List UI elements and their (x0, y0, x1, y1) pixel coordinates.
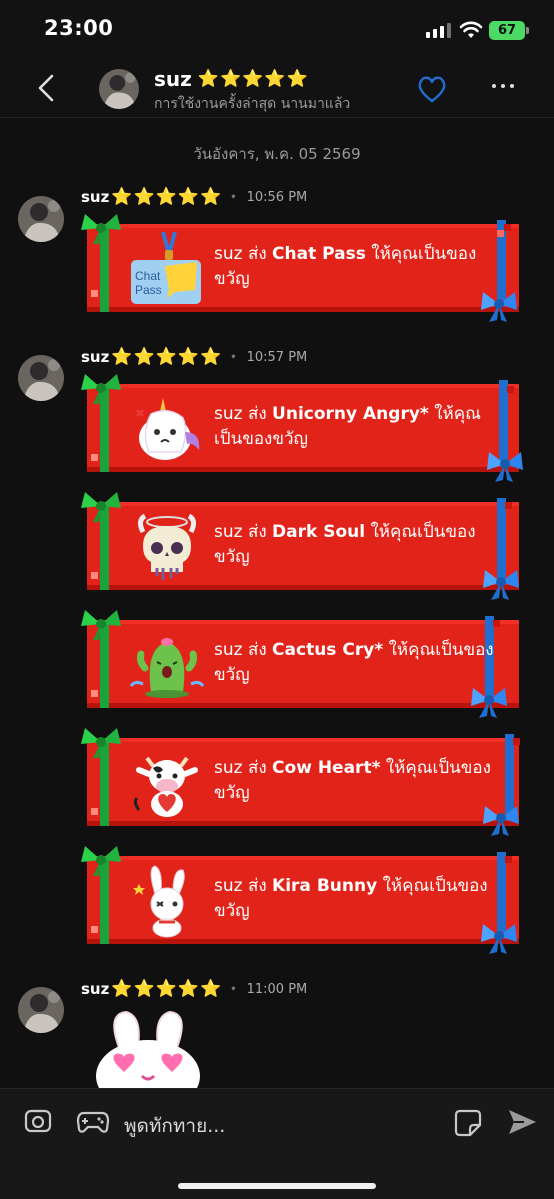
battery-level: 67 (497, 23, 517, 38)
unicorn-sticker-icon (129, 392, 205, 466)
contact-name-text: suz (154, 67, 192, 91)
gift-prefix: suz ส่ง (214, 244, 273, 264)
sender-name: suz (81, 188, 110, 206)
game-controller-icon[interactable] (76, 1109, 110, 1135)
separator-dot: • (230, 191, 237, 203)
cow-sticker-icon (129, 746, 205, 820)
gift-message: suz ส่ง Kira Bunny ให้คุณเป็นของขวัญ (214, 874, 504, 924)
gift-card[interactable]: suz ส่ง Dark Soul ให้คุณเป็นของขวัญ (81, 492, 519, 600)
gift-item-name: Chat Pass (272, 244, 366, 264)
skull-sticker-icon (129, 510, 205, 584)
svg-text:Pass: Pass (135, 283, 162, 297)
gift-prefix: suz ส่ง (214, 404, 273, 424)
message-sender: suz ⭐⭐⭐⭐⭐ • 11:00 PM (81, 979, 307, 999)
message-time: 10:57 PM (246, 349, 308, 365)
gift-prefix: suz ส่ง (214, 758, 273, 778)
message-sender: suz ⭐⭐⭐⭐⭐ • 10:57 PM (81, 347, 307, 367)
gift-item-name: Unicorny Angry* (272, 404, 429, 424)
separator-dot: • (230, 351, 237, 363)
gift-message: suz ส่ง Cactus Cry* ให้คุณเป็นของขวัญ (214, 638, 504, 688)
status-time: 23:00 (44, 16, 114, 40)
wifi-icon (459, 21, 483, 38)
green-bow-icon (81, 374, 121, 404)
gift-message: suz ส่ง Chat Pass ให้คุณเป็นของขวัญ (214, 242, 504, 292)
camera-icon[interactable] (24, 1107, 52, 1135)
gift-prefix: suz ส่ง (214, 640, 273, 660)
sender-stars: ⭐⭐⭐⭐⭐ (111, 979, 223, 999)
sticker-icon[interactable] (454, 1109, 482, 1137)
star-badges: ⭐⭐⭐⭐⭐ (197, 69, 309, 89)
chat-header: suz ⭐⭐⭐⭐⭐ การใช้งานครั้งล่าสุด นานมาแล้ว (0, 60, 554, 118)
more-options-icon[interactable] (492, 84, 514, 88)
battery-icon: 67 (489, 21, 529, 40)
gift-card[interactable]: suz ส่ง Unicorny Angry* ให้คุณเป็นของขวั… (81, 374, 523, 482)
contact-name: suz ⭐⭐⭐⭐⭐ (154, 67, 309, 91)
sender-avatar[interactable] (18, 355, 64, 401)
green-bow-icon (81, 214, 121, 244)
bunny-sticker-icon[interactable] (92, 1010, 204, 1088)
chat-pass-icon: Chat Pass (129, 231, 205, 306)
sender-stars: ⭐⭐⭐⭐⭐ (111, 187, 223, 207)
cactus-sticker-icon (129, 628, 205, 702)
date-divider: วันอังคาร, พ.ค. 05 2569 (193, 145, 361, 163)
svg-text:Chat: Chat (135, 269, 161, 283)
green-bow-icon (81, 492, 121, 522)
message-input[interactable]: พูดทักทาย... (124, 1111, 225, 1141)
sender-avatar[interactable] (18, 196, 64, 242)
bunny-sticker-icon (129, 864, 205, 938)
message-time: 11:00 PM (246, 981, 308, 997)
gift-prefix: suz ส่ง (214, 522, 273, 542)
gift-message: suz ส่ง Unicorny Angry* ให้คุณเป็นของขวั… (214, 402, 504, 452)
gift-card[interactable]: suz ส่ง Cactus Cry* ให้คุณเป็นของขวัญ (81, 610, 519, 718)
green-bow-icon (81, 610, 121, 640)
last-seen-status: การใช้งานครั้งล่าสุด นานมาแล้ว (154, 96, 351, 112)
sender-name: suz (81, 348, 110, 366)
message-time: 10:56 PM (246, 189, 308, 205)
sender-name: suz (81, 980, 110, 998)
gift-item-name: Dark Soul (272, 522, 366, 542)
green-bow-icon (81, 728, 121, 758)
status-bar: 23:00 67 (0, 0, 554, 60)
heart-icon[interactable] (416, 74, 448, 104)
contact-avatar[interactable] (99, 69, 139, 109)
message-sender: suz ⭐⭐⭐⭐⭐ • 10:56 PM (81, 187, 307, 207)
green-bow-icon (81, 846, 121, 876)
gift-item-name: Cow Heart* (272, 758, 381, 778)
sender-avatar[interactable] (18, 987, 64, 1033)
gift-message: suz ส่ง Dark Soul ให้คุณเป็นของขวัญ (214, 520, 504, 570)
send-icon[interactable] (506, 1106, 538, 1138)
gift-message: suz ส่ง Cow Heart* ให้คุณเป็นของขวัญ (214, 756, 504, 806)
back-arrow-icon[interactable] (30, 71, 64, 105)
gift-card[interactable]: suz ส่ง Cow Heart* ให้คุณเป็นของขวัญ (81, 728, 520, 836)
gift-item-name: Cactus Cry* (272, 640, 384, 660)
gift-item-name: Kira Bunny (272, 876, 378, 896)
home-indicator (178, 1183, 376, 1189)
gift-card[interactable]: Chat Pass suz ส่ง Chat Pass ให้คุณเป็นของ… (81, 214, 519, 322)
gift-card[interactable]: suz ส่ง Kira Bunny ให้คุณเป็นของขวัญ (81, 846, 519, 954)
signal-icon (426, 22, 451, 38)
separator-dot: • (230, 983, 237, 995)
sender-stars: ⭐⭐⭐⭐⭐ (111, 347, 223, 367)
gift-prefix: suz ส่ง (214, 876, 273, 896)
